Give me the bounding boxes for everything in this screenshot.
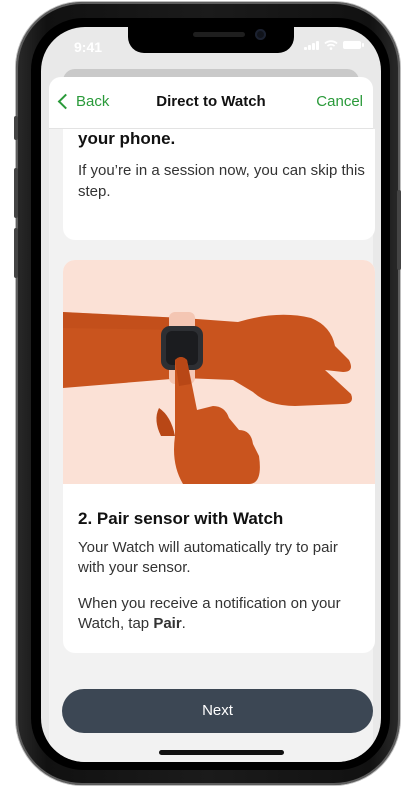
step-card-2: 2. Pair sensor with Watch Your Watch wil…	[63, 260, 375, 653]
pair-keyword: Pair	[153, 615, 182, 632]
step-1-title: your phone.	[78, 129, 176, 148]
back-button[interactable]: Back	[57, 93, 109, 110]
volume-down-button	[14, 228, 18, 278]
front-camera	[255, 29, 266, 40]
volume-up-button	[14, 168, 18, 218]
instruction-text: When you receive a notification on your …	[78, 595, 341, 632]
navigation-bar: Back Direct to Watch Cancel	[49, 77, 373, 129]
instruction-period: .	[181, 615, 186, 632]
hand-tapping-watch-illustration	[63, 312, 352, 484]
home-indicator[interactable]	[159, 750, 284, 755]
silent-switch	[14, 116, 18, 140]
step-2-title: 2. Pair sensor with Watch	[78, 509, 284, 528]
step-1-body: If you’re in a session now, you can skip…	[78, 162, 365, 200]
notch	[128, 27, 294, 53]
cancel-button[interactable]: Cancel	[316, 93, 363, 110]
speaker-grille	[193, 32, 245, 37]
step-2-instruction: When you receive a notification on your …	[78, 594, 368, 634]
next-button[interactable]: Next	[62, 689, 373, 733]
wifi-icon	[324, 40, 338, 50]
power-button	[397, 190, 401, 270]
status-icons	[304, 40, 364, 50]
chevron-left-icon	[57, 93, 74, 110]
step-2-body: Your Watch will automatically try to pai…	[78, 539, 338, 576]
watch-pairing-illustration	[63, 260, 375, 484]
step-card-1: your phone. If you’re in a session now, …	[63, 129, 375, 240]
modal-sheet: your phone. If you’re in a session now, …	[49, 77, 375, 762]
back-label: Back	[76, 93, 110, 110]
battery-icon	[343, 41, 364, 49]
status-time: 9:41	[74, 39, 103, 55]
phone-screen: 9:41 your phone. If you’re in a session …	[41, 27, 381, 762]
cellular-signal-icon	[304, 40, 319, 50]
